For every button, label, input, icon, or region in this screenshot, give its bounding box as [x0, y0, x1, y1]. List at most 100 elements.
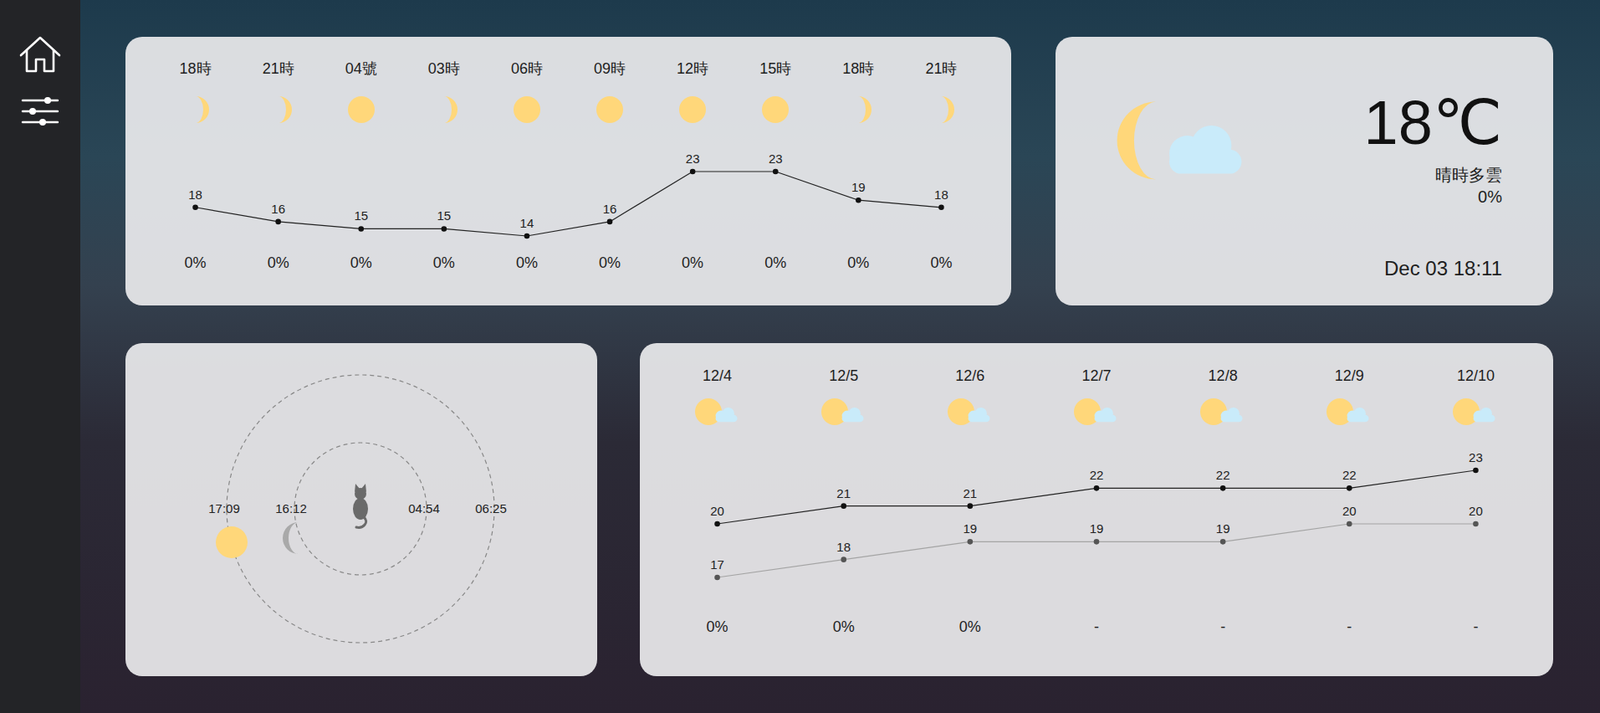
hourly-forecast-panel: 18時21時04號03時06時09時12時15時18時21時1816151514… — [125, 36, 1012, 306]
chart-segment — [858, 199, 941, 208]
value-label: 20 — [1342, 503, 1357, 518]
value-label: 18 — [188, 187, 203, 202]
moon-cloud-icon — [1107, 92, 1258, 190]
sun-icon — [510, 92, 544, 127]
chart-point — [967, 538, 974, 545]
value-label: 23 — [685, 151, 701, 166]
value-label: 19 — [963, 521, 978, 536]
chart-segment — [361, 228, 445, 230]
rain-chance: - — [1286, 616, 1413, 637]
value-label: 19 — [851, 179, 866, 195]
current-temperature: 18℃ — [1364, 92, 1503, 154]
value-label: 21 — [836, 485, 851, 501]
settings-button[interactable] — [19, 93, 62, 129]
sun-orbit — [226, 374, 495, 643]
value-label: 22 — [1342, 467, 1357, 482]
chart-segment — [195, 207, 279, 222]
rain-chance: 0% — [402, 252, 486, 273]
day-label: 12/6 — [906, 364, 1033, 387]
current-datetime: Dec 03 18:11 — [1364, 255, 1503, 282]
chart-point — [607, 219, 614, 225]
rain-chance: - — [1032, 616, 1160, 637]
day-icon-cell — [780, 397, 907, 428]
line-chart: 2021212222222317181919192020 — [654, 427, 1539, 595]
sun-icon — [215, 526, 248, 558]
value-label: 18 — [934, 187, 949, 202]
home-button[interactable] — [15, 33, 65, 76]
sun-cloud-icon — [1325, 397, 1373, 428]
chart-segment — [775, 171, 859, 200]
chart-point — [1220, 485, 1227, 491]
moon-icon — [261, 92, 296, 127]
day-icon-cell — [906, 397, 1033, 428]
rain-chance: - — [1160, 616, 1287, 637]
chart-point — [441, 225, 448, 232]
hour-icon-cell — [567, 92, 651, 127]
sun-moon-diagram: 17:0906:2516:1204:54 — [125, 342, 598, 676]
sun-icon — [758, 92, 793, 127]
moon-icon — [282, 521, 299, 554]
moon-icon — [178, 92, 213, 127]
chart-segment — [444, 228, 527, 236]
rain-chance: 0% — [780, 616, 907, 637]
rain-chance: - — [1412, 616, 1539, 637]
hour-label: 06時 — [485, 56, 568, 81]
hour-icon-cell — [153, 92, 237, 127]
value-label: 16 — [603, 201, 618, 216]
rain-chance: 0% — [654, 616, 781, 637]
value-label: 22 — [1216, 467, 1231, 482]
cat-icon — [352, 483, 369, 527]
value-label: 20 — [1468, 503, 1483, 518]
weekly-temperature-chart: 2021212222222317181919192020 — [654, 427, 1539, 595]
hour-icon-cell — [651, 92, 735, 127]
hour-label: 09時 — [567, 56, 651, 81]
chart-point — [714, 521, 721, 527]
chart-segment — [692, 170, 776, 172]
chart-segment — [717, 506, 844, 524]
chart-segment — [843, 505, 971, 507]
day-label: 12/5 — [780, 364, 907, 387]
moon-icon — [841, 92, 875, 127]
line-chart: 18161515141623231918 — [153, 143, 983, 253]
value-label: 19 — [1216, 521, 1231, 536]
moon-icon — [427, 92, 461, 127]
hour-icon-cell — [236, 92, 320, 127]
current-weather-icon-cell — [1107, 92, 1258, 282]
chart-point — [1093, 538, 1100, 545]
hour-label: 15時 — [734, 56, 818, 81]
value-label: 21 — [963, 485, 978, 501]
day-icon-cell — [1160, 397, 1287, 428]
hour-icon-cell — [319, 92, 403, 127]
chart-segment — [970, 541, 1097, 542]
chart-point — [1220, 538, 1227, 545]
day-icon-cell — [654, 397, 781, 428]
chart-segment — [843, 541, 971, 559]
rain-chance: 0% — [734, 252, 818, 273]
chart-point — [714, 574, 721, 581]
rain-chance: 0% — [899, 252, 983, 273]
chart-point — [1093, 485, 1100, 491]
hour-icon-cell — [899, 92, 983, 127]
sun-icon — [675, 92, 710, 127]
weekly-forecast-panel: 12/412/512/612/712/812/912/1020212122222… — [639, 342, 1554, 676]
value-label: 06:25 — [475, 500, 507, 516]
rain-chance: 0% — [567, 252, 651, 273]
home-icon — [17, 35, 63, 74]
chart-point — [938, 204, 945, 210]
rain-chance: 0% — [319, 252, 403, 273]
value-label: 15 — [353, 208, 369, 223]
hour-label: 21時 — [899, 56, 983, 81]
hourly-temperature-chart: 18161515141623231918 — [153, 143, 983, 253]
hour-icon-cell — [817, 92, 900, 127]
weather-description: 晴時多雲 — [1364, 163, 1503, 186]
chart-point — [690, 168, 696, 175]
chart-segment — [1096, 541, 1223, 542]
chart-point — [192, 204, 199, 210]
moon-icon — [924, 92, 958, 127]
day-icon-cell — [1286, 397, 1413, 428]
hour-label: 18時 — [153, 56, 237, 81]
value-label: 04:54 — [408, 500, 440, 516]
rain-chance: 0% — [651, 252, 735, 273]
chart-point — [1472, 521, 1479, 527]
value-label: 16 — [270, 201, 286, 216]
